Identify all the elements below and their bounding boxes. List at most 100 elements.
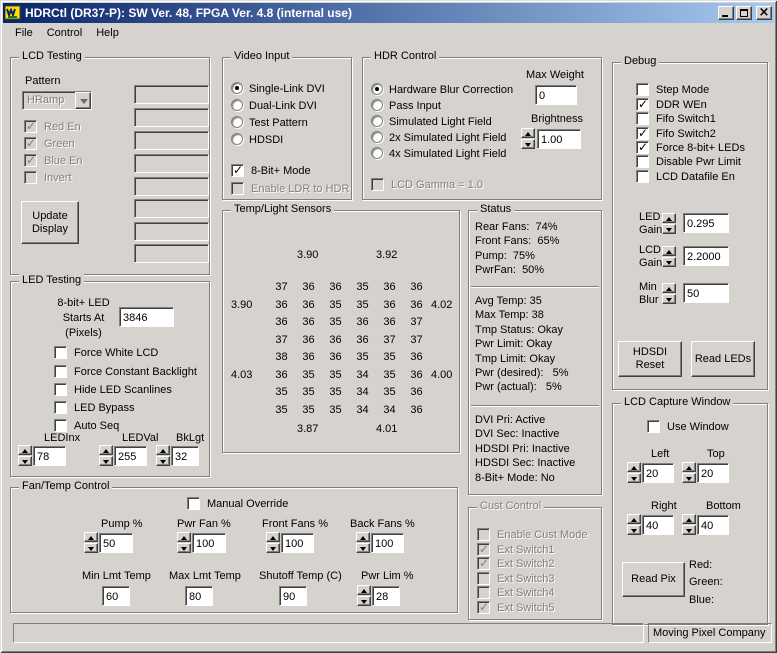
spin-down-icon[interactable]: [662, 224, 676, 234]
front-fans-field[interactable]: [281, 533, 314, 553]
pwr-fan-field[interactable]: [192, 533, 226, 553]
ledinx-field[interactable]: [33, 446, 66, 466]
led-starts-field[interactable]: [119, 307, 174, 327]
left-spinner[interactable]: [627, 462, 641, 484]
radio-pass-input[interactable]: [371, 99, 383, 111]
spin-up-icon[interactable]: [627, 514, 641, 524]
checkbox-hide-led-scanlines[interactable]: [54, 383, 67, 396]
spin-up-icon[interactable]: [357, 585, 371, 595]
ledinx-spinner[interactable]: [18, 445, 32, 467]
back-fans-spinner[interactable]: [356, 532, 370, 554]
led-gain-spinner[interactable]: [662, 213, 676, 235]
spin-down-icon[interactable]: [662, 294, 676, 304]
radio-simulated-light-field[interactable]: [371, 115, 383, 127]
pump-field[interactable]: [99, 533, 133, 553]
minimize-button[interactable]: [718, 6, 734, 20]
radio-2x-simulated-light-field[interactable]: [371, 131, 383, 143]
spin-up-icon[interactable]: [18, 445, 32, 455]
checkbox-lcd-datafile-en[interactable]: [636, 170, 649, 183]
menu-help[interactable]: Help: [89, 25, 126, 41]
spin-up-icon[interactable]: [662, 283, 676, 293]
spin-down-icon[interactable]: [627, 473, 641, 483]
spin-down-icon[interactable]: [266, 543, 280, 553]
update-display-button[interactable]: Update Display: [21, 201, 79, 244]
spin-down-icon[interactable]: [84, 543, 98, 553]
pwr-lim-field[interactable]: [372, 586, 400, 606]
spin-up-icon[interactable]: [682, 514, 696, 524]
left-field[interactable]: [642, 463, 674, 483]
bklgt-field[interactable]: [171, 446, 199, 466]
spin-up-icon[interactable]: [356, 532, 370, 542]
spin-down-icon[interactable]: [177, 543, 191, 553]
spin-down-icon[interactable]: [357, 596, 371, 606]
max-weight-field[interactable]: [535, 85, 577, 105]
back-fans-field[interactable]: [371, 533, 404, 553]
menu-file[interactable]: File: [8, 25, 40, 41]
spin-up-icon[interactable]: [99, 445, 113, 455]
shutoff-temp-field[interactable]: [279, 586, 307, 606]
spin-down-icon[interactable]: [662, 257, 676, 267]
bottom-spinner[interactable]: [682, 514, 696, 536]
spin-up-icon[interactable]: [521, 128, 535, 138]
spin-down-icon[interactable]: [627, 525, 641, 535]
checkbox-step-mode[interactable]: [636, 83, 649, 96]
spin-up-icon[interactable]: [177, 532, 191, 542]
max-lmt-temp-field[interactable]: [185, 586, 213, 606]
pwr-fan-spinner[interactable]: [177, 532, 191, 554]
checkbox-8bit-mode[interactable]: [231, 164, 244, 177]
radio-hardware-blur-correction[interactable]: [371, 83, 383, 95]
checkbox-fifo-switch1[interactable]: [636, 112, 649, 125]
spin-up-icon[interactable]: [682, 462, 696, 472]
hdsdi-reset-button[interactable]: HDSDI Reset: [618, 341, 682, 377]
top-spinner[interactable]: [682, 462, 696, 484]
spin-down-icon[interactable]: [682, 525, 696, 535]
checkbox-use-window[interactable]: [647, 420, 660, 433]
spin-down-icon[interactable]: [18, 456, 32, 466]
front-fans-spinner[interactable]: [266, 532, 280, 554]
right-spinner[interactable]: [627, 514, 641, 536]
pump-spinner[interactable]: [84, 532, 98, 554]
checkbox-fifo-switch2[interactable]: [636, 127, 649, 140]
min-blur-spinner[interactable]: [662, 283, 676, 305]
led-gain-field[interactable]: [683, 213, 729, 233]
bottom-field[interactable]: [697, 515, 729, 535]
menu-control[interactable]: Control: [40, 25, 89, 41]
spin-up-icon[interactable]: [84, 532, 98, 542]
radio-single-link-dvi[interactable]: [231, 82, 243, 94]
top-field[interactable]: [697, 463, 729, 483]
spin-up-icon[interactable]: [662, 213, 676, 223]
checkbox-force-8bit-leds[interactable]: [636, 141, 649, 154]
checkbox-led-bypass[interactable]: [54, 401, 67, 414]
ledval-spinner[interactable]: [99, 445, 113, 467]
spin-down-icon[interactable]: [521, 139, 535, 149]
spin-up-icon[interactable]: [266, 532, 280, 542]
checkbox-manual-override[interactable]: [187, 497, 200, 510]
spin-down-icon[interactable]: [682, 473, 696, 483]
read-pix-button[interactable]: Read Pix: [622, 562, 685, 597]
brightness-field[interactable]: [537, 129, 581, 149]
radio-dual-link-dvi[interactable]: [231, 99, 243, 111]
ledval-field[interactable]: [114, 446, 147, 466]
checkbox-disable-pwr-limit[interactable]: [636, 155, 649, 168]
spin-up-icon[interactable]: [627, 462, 641, 472]
spin-down-icon[interactable]: [356, 543, 370, 553]
bklgt-spinner[interactable]: [156, 445, 170, 467]
radio-4x-simulated-light-field[interactable]: [371, 147, 383, 159]
read-leds-button[interactable]: Read LEDs: [691, 341, 755, 377]
right-field[interactable]: [642, 515, 674, 535]
spin-up-icon[interactable]: [156, 445, 170, 455]
checkbox-force-constant-backlight[interactable]: [54, 365, 67, 378]
brightness-spinner[interactable]: [521, 128, 535, 150]
checkbox-auto-seq[interactable]: [54, 419, 67, 432]
lcd-gain-spinner[interactable]: [662, 246, 676, 268]
radio-hdsdi[interactable]: [231, 133, 243, 145]
spin-up-icon[interactable]: [662, 246, 676, 256]
pwr-lim-spinner[interactable]: [357, 585, 371, 607]
min-blur-field[interactable]: [683, 283, 729, 303]
checkbox-ddr-wen[interactable]: [636, 98, 649, 111]
close-button[interactable]: ×: [756, 6, 772, 20]
checkbox-force-white-lcd[interactable]: [54, 346, 67, 359]
maximize-button[interactable]: [736, 6, 752, 20]
min-lmt-temp-field[interactable]: [102, 586, 130, 606]
radio-test-pattern[interactable]: [231, 116, 243, 128]
